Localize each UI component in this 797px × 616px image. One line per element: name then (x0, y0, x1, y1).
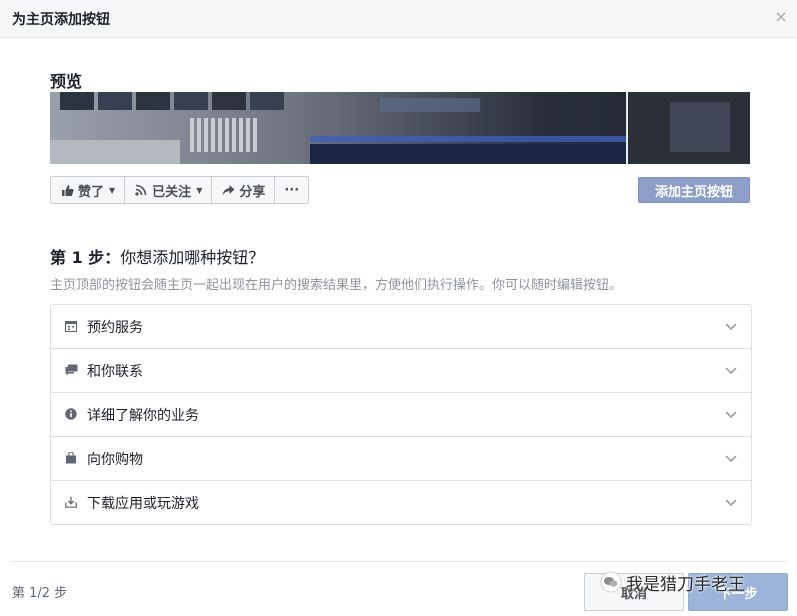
step-question: 你想添加哪种按钮？ (120, 248, 265, 267)
dialog-header: 为主页添加按钮 × (0, 0, 797, 38)
thumbs-up-icon (60, 183, 74, 197)
option-book-service[interactable]: 预约服务 (51, 305, 751, 349)
option-download-app[interactable]: 下载应用或玩游戏 (51, 481, 751, 525)
follow-label: 已关注 (152, 184, 192, 200)
download-icon (64, 495, 78, 509)
info-icon (64, 407, 78, 421)
page-action-bar: 赞了 ▼ 已关注 ▼ 分享 ··· (50, 176, 310, 204)
like-button[interactable]: 赞了 ▼ (51, 177, 126, 203)
next-button[interactable]: 下一步 (688, 573, 788, 611)
cover-photo-image (50, 92, 750, 164)
shopping-bag-icon (64, 451, 78, 465)
step-counter: 第 1/2 步 (12, 586, 68, 601)
more-dots-icon: ··· (284, 182, 300, 198)
share-arrow-icon (221, 183, 235, 197)
more-button[interactable]: ··· (275, 177, 308, 203)
chevron-down-icon: ▼ (109, 185, 116, 195)
close-icon[interactable]: × (773, 9, 789, 25)
chevron-down-icon (725, 499, 737, 507)
cover-photo (50, 92, 750, 164)
chevron-down-icon (725, 455, 737, 463)
chevron-down-icon (725, 411, 737, 419)
option-shop-with-you[interactable]: 向你购物 (51, 437, 751, 481)
step-prefix: 第 1 步： (50, 248, 121, 267)
option-label: 向你购物 (87, 452, 143, 468)
button-type-list: 预约服务 和你联系 详细了解你的业务 向你购物 下载应用或玩游戏 (50, 304, 752, 525)
step-heading: 第 1 步：你想添加哪种按钮？ (50, 244, 264, 268)
chevron-down-icon (725, 323, 737, 331)
like-label: 赞了 (78, 184, 105, 200)
follow-button[interactable]: 已关注 ▼ (125, 177, 213, 203)
step-description: 主页顶部的按钮会随主页一起出现在用户的搜索结果里，方便他们执行操作。你可以随时编… (50, 278, 623, 293)
option-label: 和你联系 (87, 364, 143, 380)
add-page-button[interactable]: 添加主页按钮 (638, 177, 750, 203)
chevron-down-icon: ▼ (196, 185, 203, 195)
option-label: 详细了解你的业务 (87, 408, 199, 424)
share-button[interactable]: 分享 (212, 177, 276, 203)
share-label: 分享 (239, 184, 266, 200)
preview-label: 预览 (50, 72, 83, 91)
option-label: 预约服务 (87, 320, 143, 336)
rss-icon (134, 183, 148, 197)
chat-icon (64, 363, 78, 377)
dialog-title: 为主页添加按钮 (12, 12, 110, 28)
option-label: 下载应用或玩游戏 (87, 496, 199, 512)
chevron-down-icon (725, 367, 737, 375)
footer-divider (12, 561, 787, 562)
calendar-icon (64, 319, 78, 333)
option-learn-business[interactable]: 详细了解你的业务 (51, 393, 751, 437)
cancel-button[interactable]: 取消 (584, 573, 684, 611)
option-contact-you[interactable]: 和你联系 (51, 349, 751, 393)
